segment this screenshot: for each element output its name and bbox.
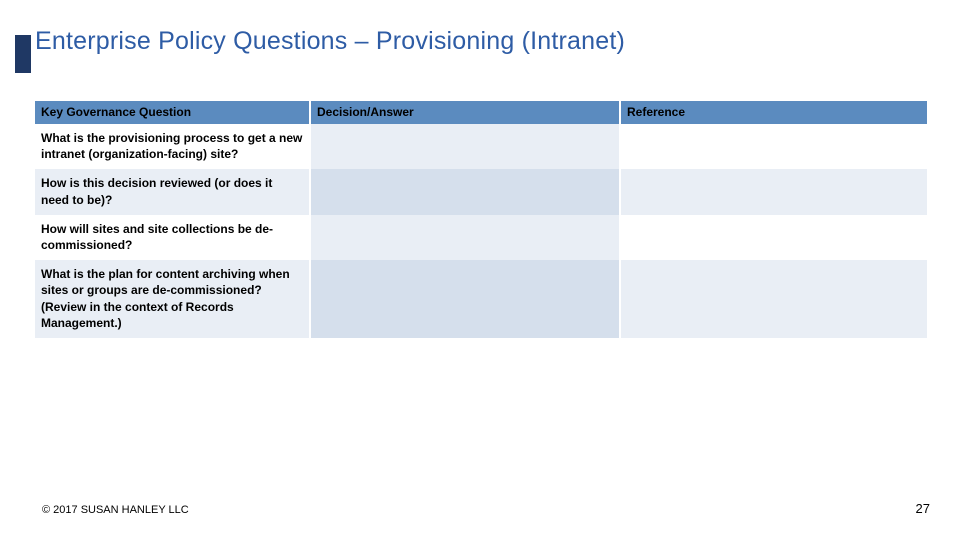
- cell-reference: [620, 169, 927, 214]
- table-header-row: Key Governance Question Decision/Answer …: [35, 101, 927, 124]
- slide-title: Enterprise Policy Questions – Provisioni…: [35, 27, 625, 56]
- cell-reference: [620, 124, 927, 169]
- slide: Enterprise Policy Questions – Provisioni…: [0, 0, 960, 540]
- table-row: How is this decision reviewed (or does i…: [35, 169, 927, 214]
- footer-page-number: 27: [916, 501, 930, 516]
- cell-decision: [310, 215, 620, 260]
- footer-copyright: © 2017 SUSAN HANLEY LLC: [42, 504, 189, 516]
- cell-question: How is this decision reviewed (or does i…: [35, 169, 310, 214]
- cell-reference: [620, 215, 927, 260]
- table-row: How will sites and site collections be d…: [35, 215, 927, 260]
- col-header-question: Key Governance Question: [35, 101, 310, 124]
- cell-decision: [310, 169, 620, 214]
- governance-table: Key Governance Question Decision/Answer …: [35, 101, 927, 338]
- table-row: What is the provisioning process to get …: [35, 124, 927, 169]
- cell-question: What is the provisioning process to get …: [35, 124, 310, 169]
- cell-question: What is the plan for content archiving w…: [35, 260, 310, 338]
- title-accent-block: [15, 35, 31, 73]
- col-header-decision: Decision/Answer: [310, 101, 620, 124]
- table-row: What is the plan for content archiving w…: [35, 260, 927, 338]
- cell-decision: [310, 124, 620, 169]
- cell-decision: [310, 260, 620, 338]
- col-header-reference: Reference: [620, 101, 927, 124]
- cell-question: How will sites and site collections be d…: [35, 215, 310, 260]
- cell-reference: [620, 260, 927, 338]
